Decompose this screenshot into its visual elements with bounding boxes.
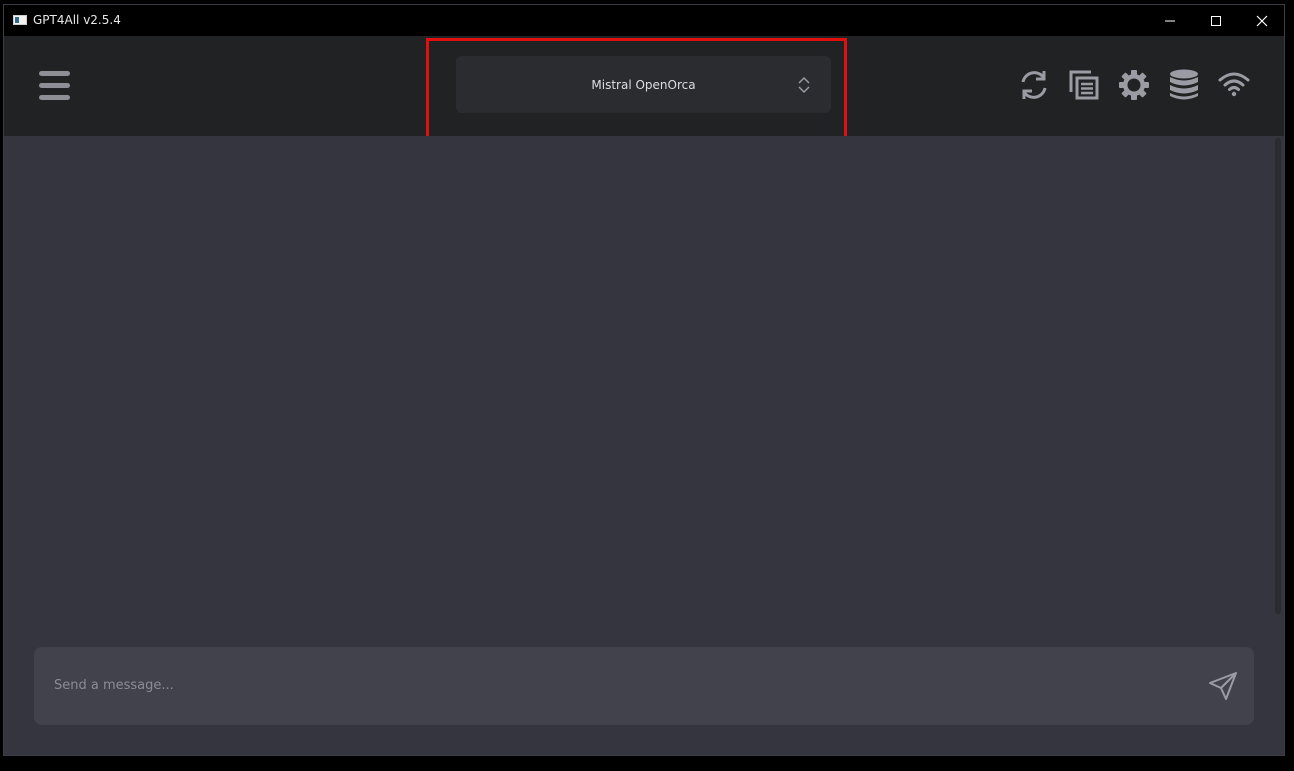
refresh-icon — [1021, 71, 1047, 99]
window-title: GPT4All v2.5.4 — [33, 13, 121, 27]
app-window: GPT4All v2.5.4 Mistral OpenOrca Send a m… — [3, 4, 1285, 756]
gear-icon — [1119, 70, 1149, 100]
message-input[interactable]: Send a message... — [34, 647, 1254, 725]
database-icon — [1170, 69, 1198, 100]
chat-scrollbar[interactable] — [1275, 138, 1281, 614]
copy-icon — [1069, 70, 1099, 100]
reset-chat-button[interactable] — [1016, 67, 1052, 103]
send-icon — [1209, 672, 1237, 700]
chevron-up-down-icon — [798, 76, 810, 94]
settings-button[interactable] — [1116, 67, 1152, 103]
close-icon — [1256, 15, 1268, 26]
localdocs-button[interactable] — [1166, 67, 1202, 103]
maximize-button[interactable] — [1193, 5, 1239, 36]
close-button[interactable] — [1239, 5, 1284, 36]
wifi-icon — [1218, 72, 1250, 97]
menu-icon — [39, 71, 70, 76]
model-selector-value: Mistral OpenOrca — [591, 77, 696, 92]
minimize-button[interactable] — [1147, 5, 1193, 36]
app-icon — [13, 15, 27, 25]
minimize-icon — [1165, 20, 1175, 21]
menu-button[interactable] — [39, 71, 70, 103]
title-bar: GPT4All v2.5.4 — [4, 5, 1284, 36]
network-button[interactable] — [1216, 67, 1252, 103]
send-button[interactable] — [1206, 669, 1240, 703]
model-selector[interactable]: Mistral OpenOrca — [456, 56, 831, 113]
chat-area[interactable]: Send a message... — [4, 136, 1284, 755]
copy-conversation-button[interactable] — [1066, 67, 1102, 103]
message-input-placeholder: Send a message... — [54, 678, 174, 693]
maximize-icon — [1211, 15, 1221, 26]
header-toolbar: Mistral OpenOrca — [4, 36, 1284, 141]
